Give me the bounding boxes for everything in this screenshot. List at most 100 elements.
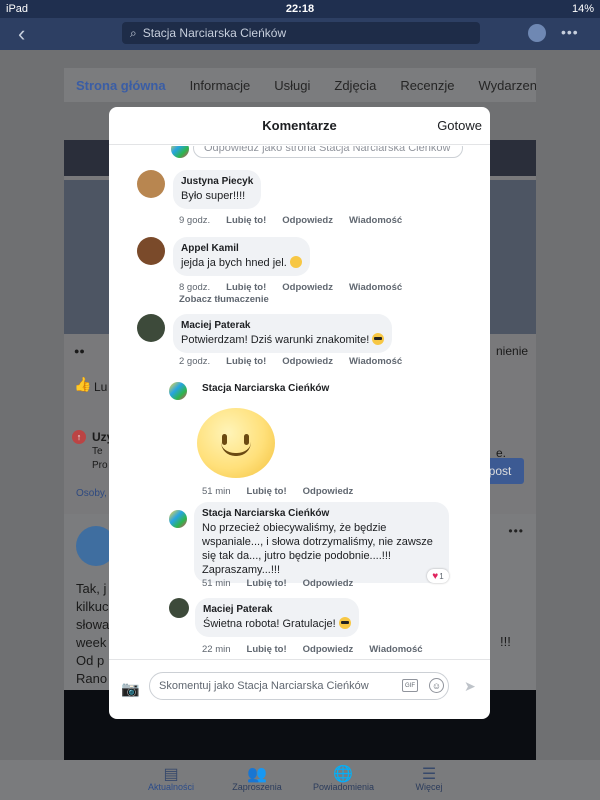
tab-notifications[interactable]: 🌐 Powiadomienia [313,764,375,800]
tab-services[interactable]: Usługi [274,78,310,93]
like-button[interactable]: Lubię to! [226,215,266,226]
tab-more[interactable]: ☰ Więcej [399,764,459,800]
comment-actions: 22 min Lubię to! Odpowiedz Wiadomość [202,644,423,655]
comment-author[interactable]: Stacja Narciarska Cieńków [202,383,329,394]
like-button[interactable]: Lubię to! [226,282,266,293]
comment-text-content: Świetna robota! Gratulacje! [203,618,336,630]
message-button[interactable]: Wiadomość [369,644,422,655]
like-button[interactable]: Lubię to! [247,644,287,655]
comment-bubble: Maciej Paterak Potwierdzam! Dziś warunki… [173,314,393,353]
reactions-icon: ●● [74,346,85,356]
avatar[interactable] [137,237,165,265]
page-logo-icon[interactable] [169,510,187,528]
tab-label: Powiadomienia [313,782,375,792]
tab-label: Więcej [415,782,443,792]
comment-bubble: Stacja Narciarska Cieńków No przecież ob… [194,502,449,583]
avatar[interactable] [137,170,165,198]
tab-photos[interactable]: Zdjęcia [334,78,376,93]
comment-actions: 8 godz. Lubię to! Odpowiedz Wiadomość [179,282,402,293]
tab-news-feed[interactable]: ▤ Aktualności [141,764,201,800]
sunglasses-emoji-icon [372,333,385,345]
comment-text: Świetna robota! Gratulacje! [203,617,351,631]
chevron-left-icon[interactable]: ‹ [18,21,25,47]
menu-icon: ☰ [421,766,437,783]
tab-label: Aktualności [147,782,195,792]
reply-button[interactable]: Odpowiedz [303,578,354,589]
comment-actions: 51 min Lubię to! Odpowiedz [202,486,353,497]
tab-home[interactable]: Strona główna [76,78,166,93]
like-button[interactable]: Lubię to! [247,578,287,589]
emoji-picker-icon[interactable]: ☺ [429,678,444,693]
bg-text: Lu [94,380,108,394]
comment-author[interactable]: Stacja Narciarska Cieńków [202,508,441,519]
clock: 22:18 [285,3,315,15]
reply-button[interactable]: Odpowiedz [303,486,354,497]
like-icon: 👍 [74,376,92,392]
heart-icon: ♥ [432,570,439,582]
page-logo-icon [171,146,189,158]
search-bar[interactable]: ⌕ Stacja Narciarska Cieńków [122,22,480,44]
comment-text: Było super!!!! [181,190,246,202]
sticker-mouth [221,442,251,456]
sunglasses-emoji-icon [338,617,351,629]
messenger-icon[interactable] [528,24,546,42]
tab-events[interactable]: Wydarzenia [479,78,536,93]
avatar[interactable] [137,314,165,342]
comment-author[interactable]: Maciej Paterak [203,604,351,615]
comment-text: Potwierdzam! Dziś warunki znakomite! [181,333,385,347]
tab-invites[interactable]: 👥 Zaproszenia [227,764,287,800]
comment-actions: 9 godz. Lubię to! Odpowiedz Wiadomość [179,215,402,226]
comment-text: jejda ja bych hned jel. [181,256,302,270]
comment-text: No przecież obiecywaliśmy, że będzie wsp… [202,522,433,576]
reaction-badge[interactable]: ♥ 1 [427,569,449,583]
comment-composer: 📷 Skomentuj jako Stacja Narciarska Cieńk… [109,659,490,719]
gif-icon[interactable]: GIF [402,679,418,692]
translate-link[interactable]: Zobacz tłumaczenie [179,294,269,305]
reaction-count: 1 [439,571,444,581]
message-button[interactable]: Wiadomość [349,356,402,367]
reply-button[interactable]: Odpowiedz [282,215,333,226]
comment-author[interactable]: Maciej Paterak [181,320,384,331]
globe-icon: 🌐 [333,766,353,783]
comment-bubble: Appel Kamil jejda ja bych hned jel. [173,237,310,276]
send-icon[interactable]: ➤ [464,678,476,695]
smile-emoji-icon [289,256,302,268]
bg-text: Osoby, [76,488,107,499]
news-icon: ▤ [163,766,179,783]
comments-list[interactable]: Odpowiedz jako strona Stacja Narciarska … [109,146,490,659]
like-button[interactable]: Lubię to! [226,356,266,367]
comment-actions: 51 min Lubię to! Odpowiedz [202,578,353,589]
comment-author[interactable]: Justyna Piecyk [181,176,253,187]
comment-author[interactable]: Appel Kamil [181,243,302,254]
reply-as-page-input[interactable]: Odpowiedz jako strona Stacja Narciarska … [193,146,463,158]
page-logo-icon[interactable] [169,382,187,400]
comment: Maciej Paterak Potwierdzam! Dziś warunki… [137,314,467,374]
more-icon[interactable]: ••• [508,524,524,538]
tab-info[interactable]: Informacje [190,78,251,93]
bg-text: nienie [496,344,529,358]
done-button[interactable]: Gotowe [437,118,482,133]
message-button[interactable]: Wiadomość [349,282,402,293]
search-text: Stacja Narciarska Cieńków [142,26,287,40]
bg-text: Pro [92,460,108,471]
tab-reviews[interactable]: Recenzje [400,78,454,93]
reply-button[interactable]: Odpowiedz [303,644,354,655]
alert-icon: ↑ [72,430,86,444]
reply-button[interactable]: Odpowiedz [282,356,333,367]
bottom-tab-bar: ▤ Aktualności 👥 Zaproszenia 🌐 Powiadomie… [0,760,600,800]
search-icon: ⌕ [130,25,137,40]
comment-actions: 2 godz. Lubię to! Odpowiedz Wiadomość [179,356,402,367]
bg-text: Te [92,446,103,457]
comment: Appel Kamil jejda ja bych hned jel. 8 go… [137,237,467,307]
like-button[interactable]: Lubię to! [247,486,287,497]
status-bar: iPad 22:18 14% [0,0,600,18]
reply-comment: Maciej Paterak Świetna robota! Gratulacj… [169,598,479,658]
more-icon[interactable]: ••• [561,24,579,40]
comment-time: 51 min [202,486,231,497]
avatar[interactable] [169,598,189,618]
message-button[interactable]: Wiadomość [349,215,402,226]
reply-button[interactable]: Odpowiedz [282,282,333,293]
smiley-sticker [197,408,275,478]
comment: Justyna Piecyk Było super!!!! 9 godz. Lu… [137,170,467,230]
camera-icon[interactable]: 📷 [121,680,140,698]
